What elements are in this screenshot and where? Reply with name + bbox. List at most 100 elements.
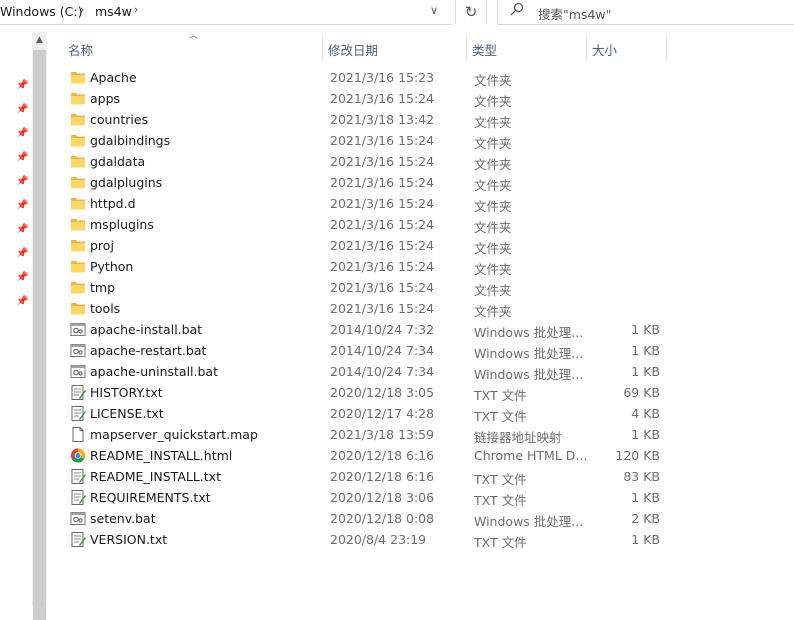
file-size: 1 KB [631,322,660,337]
file-date-modified: 2020/12/18 3:06 [330,490,435,505]
file-name: REQUIREMENTS.txt [90,490,211,505]
refresh-button[interactable]: ↻ [455,0,487,24]
file-type: 文件夹 [474,157,512,172]
file-name: apache-install.bat [90,322,203,337]
column-type[interactable]: 类型 [472,40,497,59]
file-name: README_INSTALL.html [90,448,233,463]
path-box[interactable]: Windows (C:) › ms4w › ∨ [0,0,452,25]
file-row[interactable]: mapserver_quickstart.map 2021/3/18 13:59 链… [62,424,682,445]
file-row[interactable]: gdaldata 2021/3/16 15:24 文件夹 [62,151,682,172]
file-date-modified: 2014/10/24 7:32 [330,322,435,337]
file-row[interactable]: gdalbindings 2021/3/16 15:24 文件夹 [62,130,682,151]
file-row[interactable]: apache-install.bat 2014/10/24 7:32 Windows… [62,319,682,340]
file-type: 文件夹 [474,283,512,298]
file-type: 文件夹 [474,115,512,130]
column-name[interactable]: 名称 [68,40,93,59]
pin-icon[interactable]: 📌 [16,80,28,91]
scrollbar-thumb[interactable] [33,50,46,620]
navigation-scrollbar[interactable]: ▲ [32,32,47,620]
chevron-down-icon[interactable]: ∨ [430,4,438,17]
pin-icon[interactable]: 📌 [16,128,28,139]
file-row[interactable]: msplugins 2021/3/16 15:24 文件夹 [62,214,682,235]
file-date-modified: 2014/10/24 7:34 [330,364,435,379]
file-date-modified: 2020/12/18 6:16 [330,469,435,484]
column-divider[interactable] [586,34,587,60]
file-row[interactable]: VERSION.txt 2020/8/4 23:19 TXT 文件 1 KB [62,529,682,550]
file-date-modified: 2021/3/18 13:59 [330,427,435,442]
pin-icon[interactable]: 📌 [16,104,28,115]
file-row[interactable]: apache-restart.bat 2014/10/24 7:34 Windows… [62,340,682,361]
file-row[interactable]: Apache 2021/3/16 15:23 文件夹 [62,67,682,88]
file-type: TXT 文件 [474,472,527,487]
file-type: 文件夹 [474,136,512,151]
batch-file-icon [70,343,86,358]
file-row[interactable]: README_INSTALL.txt 2020/12/18 6:16 TXT 文件 8… [62,466,682,487]
folder-icon [70,259,86,274]
file-size: 1 KB [631,343,660,358]
folder-icon [70,112,86,127]
text-file-icon [70,406,86,421]
folder-icon [70,133,86,148]
search-input[interactable]: 搜索"ms4w" [497,0,794,25]
file-type: TXT 文件 [474,409,527,424]
file-name: gdalbindings [90,133,171,148]
pin-icon[interactable]: 📌 [16,248,28,259]
file-type: 文件夹 [474,220,512,235]
file-row[interactable]: httpd.d 2021/3/16 15:24 文件夹 [62,193,682,214]
file-date-modified: 2020/12/18 6:16 [330,448,435,463]
file-row[interactable]: setenv.bat 2020/12/18 0:08 Windows 批处理... 2… [62,508,682,529]
file-row[interactable]: apache-uninstall.bat 2014/10/24 7:34 Windo… [62,361,682,382]
file-row[interactable]: tmp 2021/3/16 15:24 文件夹 [62,277,682,298]
file-row[interactable]: tools 2021/3/16 15:24 文件夹 [62,298,682,319]
column-divider[interactable] [666,34,667,60]
file-name: proj [90,238,114,253]
text-file-icon [70,532,86,547]
file-name: mapserver_quickstart.map [90,427,258,442]
file-name: msplugins [90,217,154,232]
file-type: 文件夹 [474,304,512,319]
scroll-up-icon[interactable]: ▲ [32,32,47,49]
pin-icon[interactable]: 📌 [16,176,28,187]
file-name: gdalplugins [90,175,163,190]
file-row[interactable]: README_INSTALL.html 2020/12/18 6:16 Chrome… [62,445,682,466]
column-size[interactable]: 大小 [592,40,617,59]
text-file-icon [70,385,86,400]
file-type: 文件夹 [474,73,512,88]
chrome-html-icon [70,448,86,463]
file-date-modified: 2021/3/16 15:24 [330,217,435,232]
file-name: httpd.d [90,196,136,211]
chevron-right-icon[interactable]: › [80,3,84,16]
file-date-modified: 2020/12/17 4:28 [330,406,435,421]
file-row[interactable]: LICENSE.txt 2020/12/17 4:28 TXT 文件 4 KB [62,403,682,424]
chevron-right-icon[interactable]: › [134,3,138,16]
refresh-icon: ↻ [464,3,478,21]
file-row[interactable]: countries 2021/3/18 13:42 文件夹 [62,109,682,130]
folder-icon [70,280,86,295]
folder-icon [70,175,86,190]
file-name: apache-uninstall.bat [90,364,218,379]
file-size: 2 KB [631,511,660,526]
file-row[interactable]: apps 2021/3/16 15:24 文件夹 [62,88,682,109]
pin-icon[interactable]: 📌 [16,200,28,211]
column-date-modified[interactable]: 修改日期 [328,40,378,59]
column-divider[interactable] [466,34,467,60]
file-row[interactable]: proj 2021/3/16 15:24 文件夹 [62,235,682,256]
file-type: 文件夹 [474,178,512,193]
file-date-modified: 2020/8/4 23:19 [330,532,427,547]
file-date-modified: 2020/12/18 0:08 [330,511,435,526]
breadcrumb-ms4w[interactable]: ms4w [95,4,132,19]
file-row[interactable]: gdalplugins 2021/3/16 15:24 文件夹 [62,172,682,193]
file-date-modified: 2021/3/16 15:24 [330,238,435,253]
file-name: HISTORY.txt [90,385,163,400]
breadcrumb-drive[interactable]: Windows (C:) [0,4,82,19]
file-row[interactable]: Python 2021/3/16 15:24 文件夹 [62,256,682,277]
pin-icon[interactable]: 📌 [16,152,28,163]
search-icon [510,2,524,20]
file-name: apache-restart.bat [90,343,207,358]
pin-icon[interactable]: 📌 [16,224,28,235]
file-row[interactable]: REQUIREMENTS.txt 2020/12/18 3:06 TXT 文件 1 K… [62,487,682,508]
pin-icon[interactable]: 📌 [16,296,28,307]
file-row[interactable]: HISTORY.txt 2020/12/18 3:05 TXT 文件 69 KB [62,382,682,403]
pin-icon[interactable]: 📌 [16,272,28,283]
column-divider[interactable] [322,34,323,60]
